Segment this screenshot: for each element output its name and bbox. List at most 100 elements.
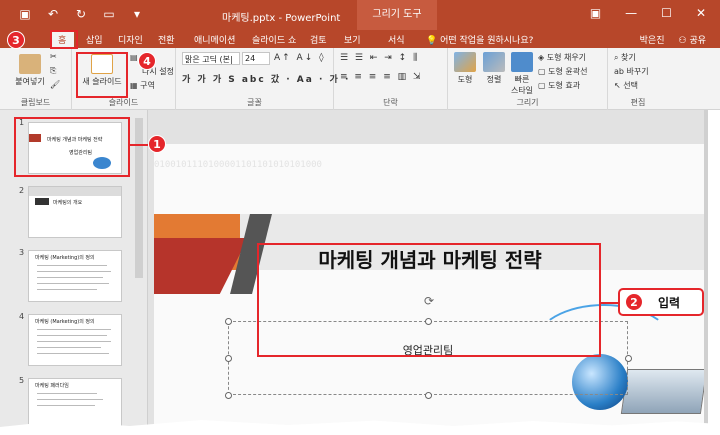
thumb-title: 마케팅의 개요 <box>53 200 83 206</box>
save-icon[interactable]: ▣ <box>18 7 32 21</box>
step-badge-2: 2 <box>625 293 643 311</box>
layout-icon[interactable]: ▤ <box>130 53 138 62</box>
format-painter-icon[interactable]: 🖌 <box>50 80 60 89</box>
close-icon[interactable]: ✕ <box>696 6 706 20</box>
callout-label: 입력 <box>658 296 681 310</box>
cut-icon[interactable]: ✂ <box>50 52 57 61</box>
arrange-label: 정렬 <box>486 75 502 84</box>
list-buttons[interactable]: ☰ ☰ ⇤ ⇥ ↕ ⫼ <box>340 53 419 63</box>
user-name[interactable]: 박은진 <box>640 33 665 46</box>
thumb-title: 마케팅 패러다임 <box>35 383 69 389</box>
highlight-home-tab <box>50 30 78 49</box>
person-icon: ⚇ <box>678 36 687 46</box>
slide-thumbnail-2[interactable]: 마케팅의 개요 <box>28 186 122 238</box>
ribbon-display-icon[interactable]: ▣ <box>590 6 601 20</box>
quick-access-toolbar: ▣ ↶ ↻ ▭ ▾ <box>18 7 144 21</box>
ribbon-tabs: 홈 삽입 디자인 전환 애니메이션 슬라이드 쇼 검토 보기 서식 💡 어떤 작… <box>0 30 720 48</box>
slide-scrollbar[interactable] <box>704 110 708 435</box>
shape-effects-button[interactable]: ▢ 도형 효과 <box>538 80 580 91</box>
paste-label: 붙여넣기 <box>15 77 45 86</box>
binary-decoration: 0100101110100001101101010101000 <box>154 160 322 170</box>
redo-icon[interactable]: ↻ <box>74 7 88 21</box>
shape-outline-button[interactable]: ▢ 도형 윤곽선 <box>538 66 587 77</box>
minimize-icon[interactable]: — <box>625 6 637 20</box>
paste-button[interactable]: 붙여넣기 <box>10 54 50 87</box>
undo-icon[interactable]: ↶ <box>46 7 60 21</box>
section-button[interactable]: ▦ 구역 <box>130 80 155 91</box>
group-label-slides: 슬라이드 <box>108 98 139 107</box>
thumb-text-line <box>37 399 103 400</box>
align-buttons[interactable]: ≡ ≡ ≡ ≡ ▥ ⇲ <box>340 72 423 82</box>
laptop-graphic <box>620 369 708 414</box>
tab-slideshow[interactable]: 슬라이드 쇼 <box>252 33 296 46</box>
lightbulb-icon: 💡 <box>426 36 438 46</box>
group-drawing: 도형 정렬 빠른 스타일 ◈ 도형 채우기 ▢ 도형 윤곽선 ▢ 도형 효과 그… <box>448 48 608 110</box>
resize-handle[interactable] <box>625 355 632 362</box>
tell-me-box[interactable]: 💡 어떤 작업을 원하시나요? <box>426 33 533 46</box>
slide-thumbnail-5[interactable]: 마케팅 패러다임 <box>28 378 122 430</box>
font-name-select[interactable]: 맑은 고딕 (본| <box>182 52 240 65</box>
group-label-editing: 편집 <box>630 98 646 107</box>
shape-fill-label: 도형 채우기 <box>546 53 587 62</box>
shape-fill-button[interactable]: ◈ 도형 채우기 <box>538 52 586 63</box>
select-label: 선택 <box>623 81 638 90</box>
tab-format[interactable]: 서식 <box>388 33 405 46</box>
resize-handle[interactable] <box>225 318 232 325</box>
title-bar: ▣ ↶ ↻ ▭ ▾ 마케팅.pptx - PowerPoint 그리기 도구 ▣… <box>0 0 720 30</box>
tab-animations[interactable]: 애니메이션 <box>194 33 235 46</box>
step-badge-3: 3 <box>7 31 25 49</box>
slideshow-icon[interactable]: ▭ <box>102 7 116 21</box>
tab-insert[interactable]: 삽입 <box>86 33 103 46</box>
font-size-select[interactable]: 24 <box>242 52 270 65</box>
thumb-text-line <box>37 289 97 290</box>
highlight-thumbnail-1 <box>14 117 130 177</box>
quick-styles-button[interactable]: 빠른 스타일 <box>508 52 536 96</box>
copy-icon[interactable]: ⎘ <box>50 66 56 76</box>
find-button[interactable]: ⌕ 찾기 <box>614 52 636 63</box>
thumb-text-line <box>37 405 95 406</box>
group-clipboard: 붙여넣기 ✂ ⎘ 🖌 클립보드 <box>0 48 72 110</box>
slide-thumbnail-3[interactable]: 마케팅 (Marketing)의 정의 <box>28 250 122 302</box>
window-controls: ▣ — ☐ ✕ <box>590 6 706 20</box>
arrange-icon <box>483 52 505 72</box>
highlight-title-subtitle <box>257 243 601 357</box>
group-label-paragraph: 단락 <box>383 98 398 107</box>
thumb-accent <box>35 198 49 205</box>
share-label: 공유 <box>689 36 706 46</box>
thumb-number: 3 <box>19 248 25 257</box>
shapes-button[interactable]: 도형 <box>450 52 480 85</box>
tab-review[interactable]: 검토 <box>310 33 327 46</box>
group-label-font: 글꼴 <box>247 98 262 107</box>
share-button[interactable]: ⚇ 공유 <box>678 33 706 46</box>
group-paragraph: ☰ ☰ ⇤ ⇥ ↕ ⫼ ≡ ≡ ≡ ≡ ▥ ⇲ 단락 <box>334 48 448 110</box>
group-label-clipboard: 클립보드 <box>20 98 51 107</box>
replace-button[interactable]: ab 바꾸기 <box>614 66 649 77</box>
shape-effects-label: 도형 효과 <box>548 81 581 90</box>
thumb-text-line <box>37 353 109 354</box>
resize-handle[interactable] <box>225 392 232 399</box>
maximize-icon[interactable]: ☐ <box>661 6 672 20</box>
tab-transitions[interactable]: 전환 <box>158 33 175 46</box>
thumb-text-line <box>37 265 107 266</box>
group-label-drawing: 그리기 <box>516 98 539 107</box>
tell-me-text: 어떤 작업을 원하시나요? <box>440 36 534 46</box>
tab-view[interactable]: 보기 <box>344 33 361 46</box>
shapes-icon <box>454 52 476 72</box>
slide-thumbnail-4[interactable]: 마케팅 (Marketing)의 정의 <box>28 314 122 366</box>
thumb-number: 5 <box>19 376 25 385</box>
shapes-label: 도형 <box>457 75 473 84</box>
section-label: 구역 <box>140 81 155 90</box>
tab-design[interactable]: 디자인 <box>118 33 143 46</box>
resize-handle[interactable] <box>425 392 432 399</box>
font-size-buttons[interactable]: A↑ A↓ ◊ <box>274 53 326 63</box>
font-style-buttons[interactable]: 가 가 가 S abc 갔 · Aa · 가 · <box>182 72 350 85</box>
resize-handle[interactable] <box>225 355 232 362</box>
highlight-new-slide <box>76 52 128 98</box>
thumb-number: 2 <box>19 186 25 195</box>
arrange-button[interactable]: 정렬 <box>480 52 508 85</box>
customize-qat-icon[interactable]: ▾ <box>130 7 144 21</box>
replace-label: 바꾸기 <box>626 67 649 76</box>
select-button[interactable]: ↖ 선택 <box>614 80 638 91</box>
thumb-title: 마케팅 (Marketing)의 정의 <box>35 255 95 261</box>
thumbnail-scrollbar[interactable] <box>135 118 143 278</box>
